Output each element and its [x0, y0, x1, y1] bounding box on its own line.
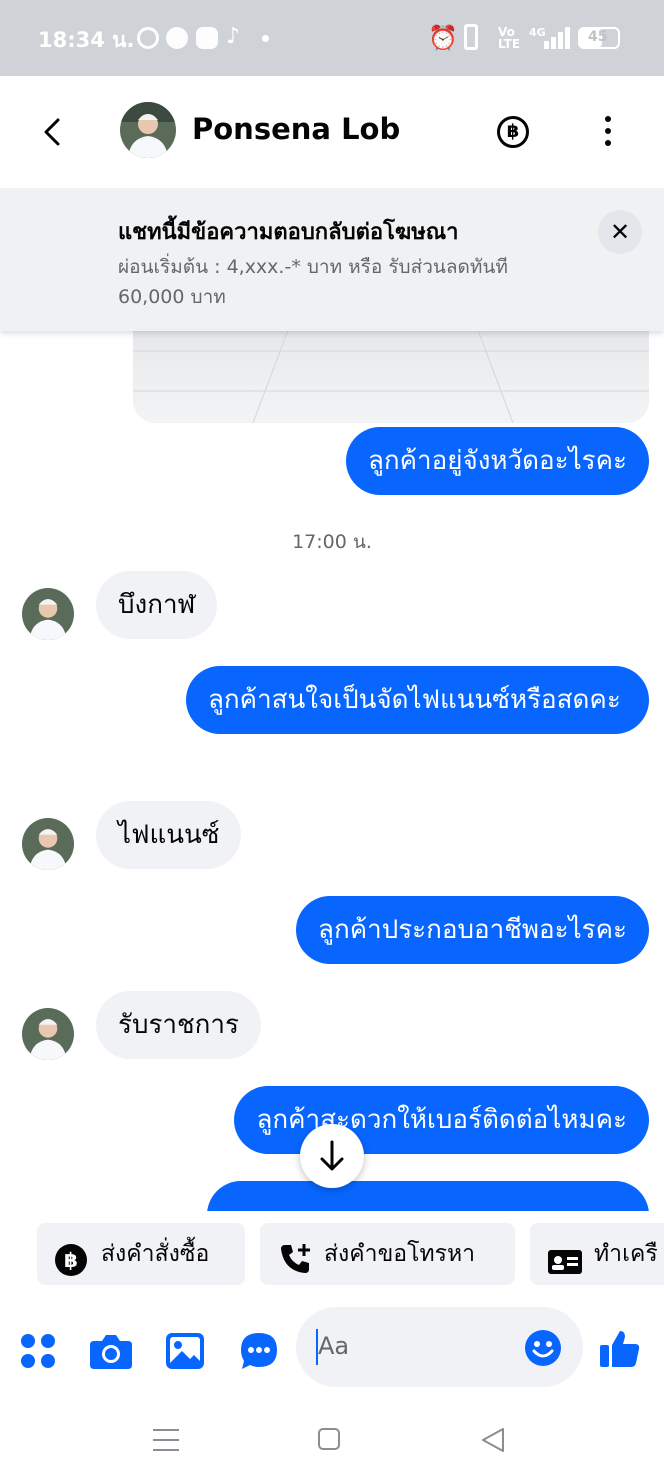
battery-level: 45 [588, 29, 608, 45]
camera-icon[interactable] [90, 1333, 132, 1373]
message-bubble-outgoing[interactable]: ลูกค้าอยู่จังหวัดอะไรคะ [345, 427, 649, 495]
chevron-left-icon [44, 118, 60, 146]
message-bubble-incoming[interactable]: ไฟแนนซ์ [96, 801, 242, 869]
menu-grid-icon[interactable] [20, 1333, 56, 1373]
car-photo-icon [133, 331, 649, 423]
contact-avatar[interactable] [120, 102, 176, 158]
message-bubble-outgoing[interactable]: ลูกค้าประกอบอาชีพอะไรคะ [296, 896, 649, 964]
triangle-back-icon [482, 1428, 504, 1452]
tiktok-icon: ♪ [226, 24, 241, 49]
back-button[interactable] [40, 112, 66, 152]
close-banner-button[interactable]: ✕ [598, 210, 642, 254]
baht-icon: ฿ [55, 1238, 87, 1276]
message-bubble-outgoing[interactable]: ลูกค้าสนใจเป็นจัดไฟแนนซ์หรือสดคะ [186, 666, 649, 734]
system-navigation-bar [0, 1399, 664, 1480]
signal-bars-icon [544, 27, 570, 49]
message-timestamp: 17:00 น. [292, 531, 372, 553]
quick-reply-label: ส่งคำขอโทรหา [324, 1241, 476, 1267]
person-photo-icon [22, 1008, 74, 1060]
sender-avatar[interactable] [22, 1008, 74, 1060]
close-icon: ✕ [609, 218, 631, 246]
message-bubble-incoming[interactable]: บึงกาฬ [96, 571, 218, 639]
quick-reply-label: ส่งคำสั่งซื้อ [101, 1241, 210, 1267]
sender-avatar[interactable] [22, 818, 74, 870]
message-bubble-outgoing[interactable]: ลูกค้าสะดวกให้เบอร์ติดต่อไหมคะ [234, 1086, 649, 1154]
phone-add-icon [278, 1238, 310, 1273]
chat-header: Ponsena Lob ฿ [0, 76, 664, 188]
battery-icon: 45 [578, 27, 620, 49]
gallery-icon[interactable] [166, 1333, 204, 1373]
person-photo-icon [120, 102, 176, 158]
id-card-icon [548, 1238, 582, 1274]
status-bar: 18:34 น. ♪ ⏰ Vo LTE 4G 45 [0, 0, 664, 76]
quick-reply-call-request[interactable]: ส่งคำขอโทรหา [260, 1223, 515, 1285]
banner-title: แชทนี้มีข้อความตอบกลับต่อโฆษณา [118, 220, 459, 245]
message-composer: Aa [0, 1299, 664, 1399]
person-photo-icon [22, 588, 74, 640]
alarm-icon: ⏰ [428, 24, 458, 52]
chat-bubble-icon[interactable] [239, 1331, 279, 1375]
scroll-to-bottom-button[interactable] [300, 1124, 364, 1188]
quick-replies-bar: ฿ ส่งคำสั่งซื้อ ส่งคำขอโทรหา ทำเครื [0, 1211, 664, 1299]
notification-dot-icon [262, 35, 269, 42]
message-bubble-incoming[interactable]: รับราชการ [96, 991, 261, 1059]
volte-icon: Vo LTE [498, 25, 521, 51]
back-nav-button[interactable] [481, 1427, 505, 1457]
more-options-icon[interactable] [600, 116, 616, 150]
baht-payment-icon[interactable]: ฿ [497, 116, 529, 148]
quick-reply-partial[interactable]: ทำเครื [530, 1223, 664, 1285]
status-time: 18:34 น. [38, 28, 135, 52]
signal-app-icon [137, 27, 159, 49]
line-icon [196, 27, 218, 49]
vibrate-icon [464, 24, 478, 50]
message-input-placeholder: Aa [318, 1332, 350, 1360]
home-button[interactable] [318, 1428, 340, 1450]
sender-avatar[interactable] [22, 588, 74, 640]
message-input[interactable]: Aa [296, 1307, 583, 1387]
emoji-icon[interactable] [524, 1329, 562, 1371]
recent-apps-button[interactable] [153, 1429, 179, 1455]
quick-reply-label: ทำเครื [594, 1241, 658, 1267]
messenger-icon [166, 27, 188, 49]
menu-lines-icon [153, 1429, 179, 1451]
message-bubble-outgoing-partial[interactable] [207, 1181, 649, 1211]
arrow-down-icon [320, 1140, 344, 1171]
banner-subtitle: ผ่อนเริ่มต้น : 4,xxx.-* บาท หรือ รับส่วน… [118, 256, 508, 308]
contact-name[interactable]: Ponsena Lob [192, 112, 400, 146]
person-photo-icon [22, 818, 74, 870]
thumbs-up-icon[interactable] [600, 1329, 640, 1373]
message-list[interactable]: ลูกค้าอยู่จังหวัดอะไรคะ 17:00 น. บึงกาฬ … [0, 331, 664, 1211]
ad-reply-banner: แชทนี้มีข้อความตอบกลับต่อโฆษณา ผ่อนเริ่ม… [0, 188, 664, 331]
car-image-attachment[interactable] [133, 331, 649, 423]
quick-reply-send-order[interactable]: ฿ ส่งคำสั่งซื้อ [37, 1223, 245, 1285]
svg-text:฿: ฿ [64, 1248, 78, 1272]
